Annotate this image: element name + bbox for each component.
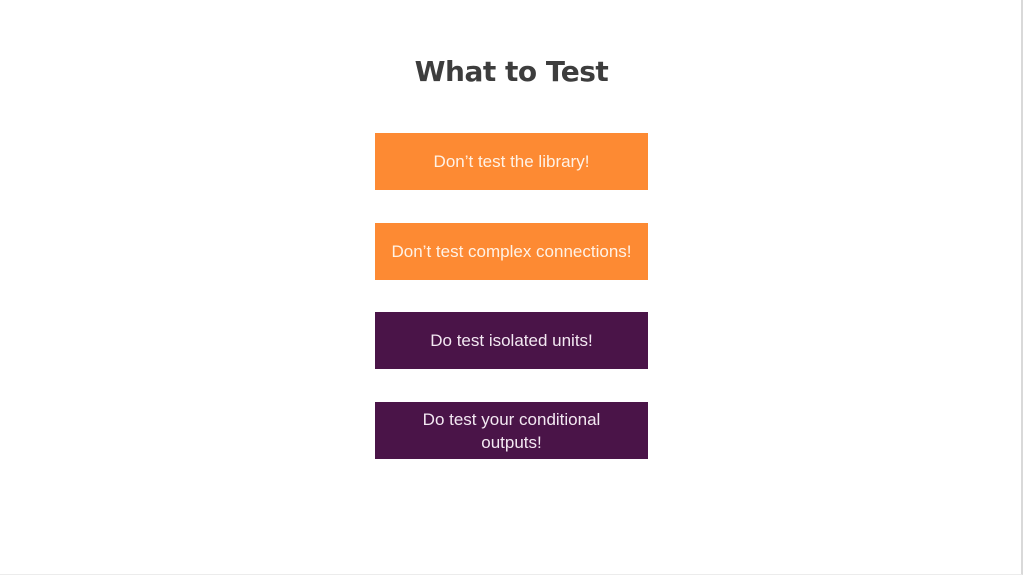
dont-test-library-box: Don’t test the library! (375, 133, 648, 190)
box-label: Don’t test complex connections! (391, 242, 632, 261)
box-label: Do test isolated units! (430, 331, 593, 350)
do-test-conditional-outputs-box: Do test your conditional outputs! (375, 402, 648, 459)
slide: What to Test Don’t test the library! Don… (0, 0, 1023, 575)
dont-test-complex-connections-box: Don’t test complex connections! (375, 223, 648, 280)
do-test-isolated-units-box: Do test isolated units! (375, 312, 648, 369)
slide-title: What to Test (414, 55, 609, 88)
box-label: Don’t test the library! (433, 152, 590, 171)
box-label: Do test your conditional outputs! (422, 409, 601, 452)
